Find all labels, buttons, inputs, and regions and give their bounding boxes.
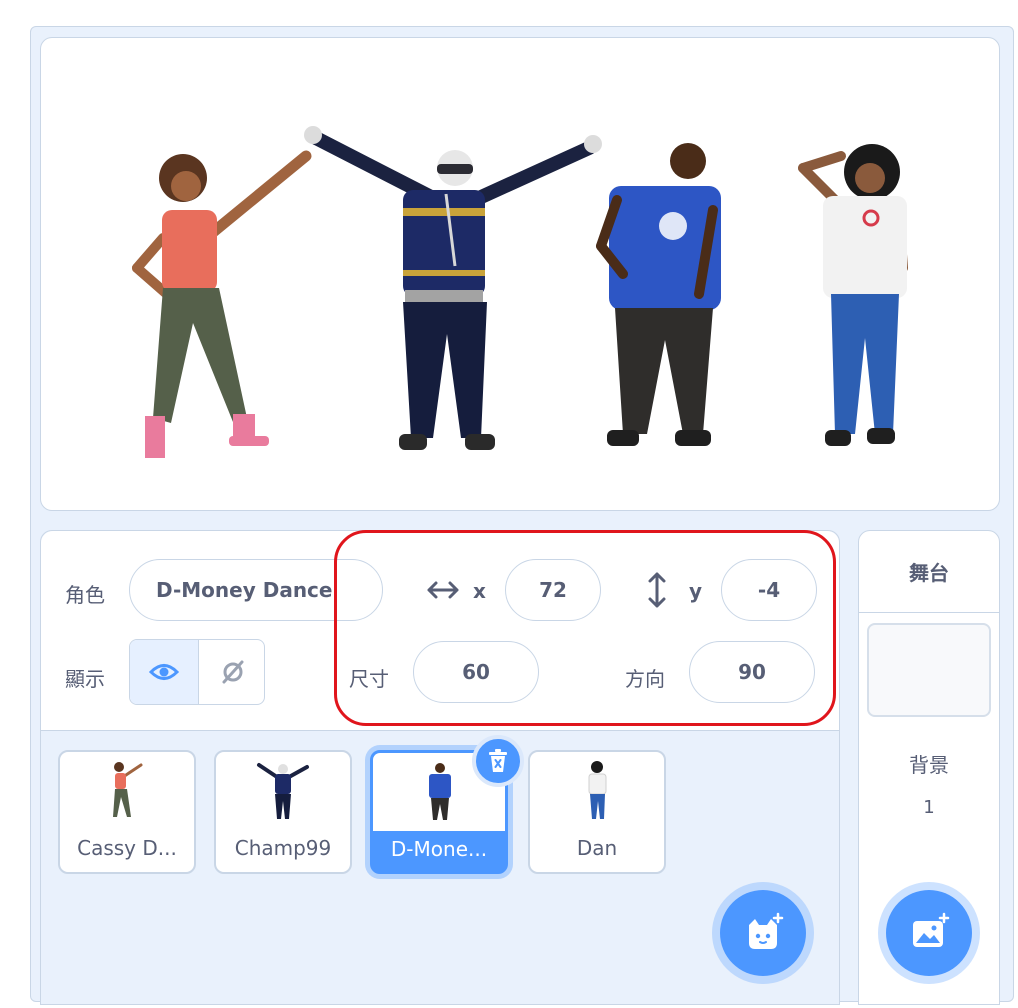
y-input[interactable]: -4 (721, 559, 817, 621)
y-arrows-icon (647, 571, 667, 613)
stage-panel-title: 舞台 (859, 531, 999, 613)
dancer-cassy[interactable] (132, 150, 312, 458)
direction-input[interactable]: 90 (689, 641, 815, 703)
choose-sprite-button[interactable] (720, 890, 806, 976)
backdrop-label: 背景 (909, 753, 949, 777)
sprite-tile-name: Dan (576, 836, 618, 860)
size-input[interactable]: 60 (413, 641, 539, 703)
direction-label: 方向 (625, 667, 665, 691)
choose-backdrop-button[interactable] (886, 890, 972, 976)
sprite-tile-name: Cassy D... (77, 836, 177, 860)
x-arrows-icon (426, 579, 460, 605)
sprite-tile-name: Champ99 (234, 836, 332, 860)
stage-thumbnail[interactable] (867, 623, 991, 717)
delete-sprite-button[interactable] (472, 735, 524, 787)
y-label: y (689, 579, 703, 603)
x-input[interactable]: 72 (505, 559, 601, 621)
sprite-tile-cassy[interactable]: Cassy D... (58, 750, 196, 874)
sprite-tile-dan[interactable]: Dan (528, 750, 666, 874)
sprite-tile-champ99[interactable]: Champ99 (214, 750, 352, 874)
backdrop-count: 1 (923, 797, 935, 818)
sprite-thumbnail (60, 752, 194, 830)
sprite-name-input[interactable]: D-Money Dance (129, 559, 383, 621)
choose-backdrop-icon (913, 912, 950, 947)
dancer-d-money[interactable] (596, 143, 721, 446)
sprite-info-area: 角色 D-Money Dance x 72 y -4 顯示 尺寸 60 方向 9… (41, 531, 839, 731)
x-label: x (473, 579, 486, 603)
stage-canvas[interactable] (40, 37, 1000, 511)
choose-sprite-cat-icon (749, 912, 784, 949)
show-eye-icon (149, 664, 179, 680)
trash-icon (489, 749, 507, 772)
sprite-thumbnail (530, 752, 664, 830)
show-label: 顯示 (65, 667, 105, 691)
size-label: 尺寸 (349, 667, 389, 691)
dancer-dan[interactable] (798, 144, 908, 446)
show-button[interactable] (130, 640, 198, 704)
stage-dancers (132, 126, 908, 458)
visibility-toggle (129, 639, 265, 705)
dancer-champ99[interactable] (304, 126, 602, 450)
sprite-thumbnail (216, 752, 350, 830)
hide-icon (222, 660, 243, 684)
sprite-name-label: 角色 (65, 583, 105, 607)
sprite-tile-name: D-Mone... (390, 837, 488, 861)
hide-button[interactable] (198, 640, 264, 704)
